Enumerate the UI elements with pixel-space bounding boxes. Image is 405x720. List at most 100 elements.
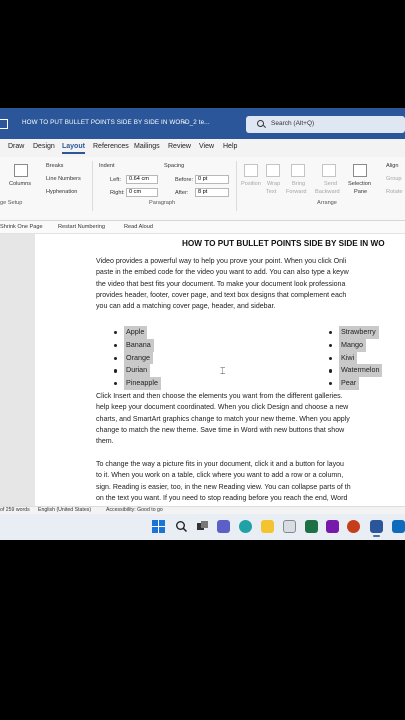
bring-forward-line1[interactable]: Bring: [292, 181, 305, 187]
excel-icon[interactable]: [305, 520, 318, 533]
paragraph-group-label: Paragraph: [149, 200, 176, 206]
spacing-after-value: 8 pt: [198, 189, 208, 195]
bullet-icon: [114, 331, 118, 335]
text-line: provides header, footer, cover page, and…: [96, 291, 347, 299]
store-icon[interactable]: [283, 520, 296, 533]
task-view-icon[interactable]: [196, 520, 209, 533]
document-icon: [0, 119, 8, 129]
tab-help[interactable]: Help: [223, 143, 237, 150]
ribbon-layout: Breaks Columns Line Numbers Hyphenation …: [0, 157, 405, 221]
bring-forward-line2[interactable]: Forward: [286, 189, 307, 195]
spacing-before-value: 0 pt: [198, 176, 208, 182]
title-chevron-icon[interactable]: ⌄: [182, 118, 187, 125]
position-button[interactable]: Position: [241, 181, 261, 187]
tab-draw[interactable]: Draw: [8, 143, 24, 150]
word-icon[interactable]: [370, 520, 383, 537]
restart-numbering-button[interactable]: Restart Numbering: [58, 224, 105, 230]
spacing-before-label: Before:: [175, 177, 194, 183]
bullet-icon: [114, 382, 118, 386]
spacing-after-field[interactable]: 8 pt: [195, 188, 229, 197]
paragraph-3: To change the way a picture fits in your…: [96, 459, 405, 504]
mouse-cursor-icon: ⌶: [220, 366, 226, 376]
ribbon-divider: [92, 161, 93, 211]
text-line: paste in the embed code for the video yo…: [96, 269, 349, 277]
outlook-icon[interactable]: [392, 520, 405, 533]
arrange-group-label: Arrange: [317, 200, 337, 206]
onenote-icon[interactable]: [326, 520, 339, 533]
line-numbers-button[interactable]: Line Numbers: [46, 176, 81, 182]
page-setup-group-label: ge Setup: [0, 200, 23, 206]
edge-icon[interactable]: [239, 520, 252, 533]
text-line: charts, and SmartArt graphics change to …: [96, 415, 350, 423]
document-area: HOW TO PUT BULLET POINTS SIDE BY SIDE IN…: [0, 234, 405, 506]
group-button[interactable]: Group: [386, 176, 402, 182]
bullet-icon: [329, 369, 333, 373]
teams-icon[interactable]: [217, 520, 230, 533]
selection-pane-line2[interactable]: Pane: [354, 189, 367, 195]
text-line: To change the way a picture fits in your…: [96, 461, 344, 468]
shrink-one-page-button[interactable]: Shrink One Page: [0, 224, 43, 230]
indent-right-field[interactable]: 0 cm: [126, 188, 158, 197]
bullet-icon: [114, 343, 118, 347]
read-aloud-button[interactable]: Read Aloud: [124, 224, 153, 230]
file-explorer-icon[interactable]: [261, 520, 274, 533]
breaks-button[interactable]: Breaks: [46, 163, 63, 169]
tab-layout[interactable]: Layout: [62, 143, 85, 154]
indent-left-field[interactable]: 0.64 cm: [126, 175, 158, 184]
send-backward-line1[interactable]: Send: [324, 181, 337, 187]
indent-right-value: 0 cm: [129, 189, 142, 195]
position-icon: [244, 164, 258, 177]
ribbon-divider: [236, 161, 237, 211]
word-count[interactable]: of 259 words: [0, 507, 30, 513]
text-line: Video provides a powerful way to help yo…: [96, 258, 347, 265]
search-box[interactable]: Search (Alt+Q): [246, 116, 405, 133]
bullet-icon: [329, 356, 333, 360]
tab-mailings[interactable]: Mailings: [134, 143, 160, 150]
accessibility-status[interactable]: Accessibility: Good to go: [106, 507, 163, 513]
indent-label: Indent: [99, 163, 115, 169]
text-line: change to match the new theme. Save time…: [96, 426, 345, 434]
document-heading: HOW TO PUT BULLET POINTS SIDE BY SIDE IN…: [182, 239, 385, 248]
title-bar: HOW TO PUT BULLET POINTS SIDE BY SIDE IN…: [0, 108, 405, 139]
paragraph-2: Click Insert and then choose the element…: [96, 391, 405, 447]
tab-design[interactable]: Design: [33, 143, 55, 150]
align-button[interactable]: Align: [386, 163, 398, 169]
search-icon: [257, 120, 264, 127]
send-backward-line2[interactable]: Backward: [315, 189, 340, 195]
spacing-after-label: After:: [175, 190, 189, 196]
spacing-before-field[interactable]: 0 pt: [195, 175, 229, 184]
selection-pane-icon: [353, 164, 367, 177]
wrap-text-line2[interactable]: Text: [266, 189, 276, 195]
spacing-label: Spacing: [164, 163, 185, 169]
text-line: on the text you want. If you need to sto…: [96, 494, 348, 502]
powerpoint-icon[interactable]: [347, 520, 360, 533]
send-backward-icon: [322, 164, 336, 177]
columns-icon: [14, 164, 28, 177]
ribbon-tabs: Draw Design Layout References Mailings R…: [0, 139, 405, 157]
tab-references[interactable]: References: [93, 143, 129, 150]
text-line: you can add a matching cover page, heade…: [96, 303, 276, 311]
tab-view[interactable]: View: [199, 143, 214, 150]
search-icon[interactable]: [175, 520, 188, 533]
columns-button[interactable]: Columns: [9, 181, 31, 187]
quick-toolbar: Shrink One Page Restart Numbering Read A…: [0, 221, 405, 234]
windows-start-icon[interactable]: [152, 520, 165, 533]
paragraph-1: Video provides a powerful way to help yo…: [96, 256, 405, 312]
bullet-icon: [114, 369, 118, 373]
language-status[interactable]: English (United States): [38, 507, 91, 513]
bring-forward-icon: [291, 164, 305, 177]
text-line: to it. When you work on a table, click w…: [96, 472, 344, 480]
text-line: help keep your document coordinated. Whe…: [96, 404, 349, 412]
tab-review[interactable]: Review: [168, 143, 191, 150]
selection-pane-line1[interactable]: Selection: [348, 181, 371, 187]
bullet-icon: [114, 356, 118, 360]
hyphenation-button[interactable]: Hyphenation: [46, 189, 77, 195]
status-bar: of 259 words English (United States) Acc…: [0, 506, 405, 514]
indent-right-label: Right:: [110, 190, 125, 196]
wrap-text-line1[interactable]: Wrap: [267, 181, 280, 187]
indent-left-value: 0.64 cm: [129, 176, 149, 182]
bullet-icon: [329, 331, 333, 335]
bullet-icon: [329, 343, 333, 347]
search-placeholder: Search (Alt+Q): [271, 120, 315, 127]
rotate-button[interactable]: Rotate: [386, 189, 402, 195]
